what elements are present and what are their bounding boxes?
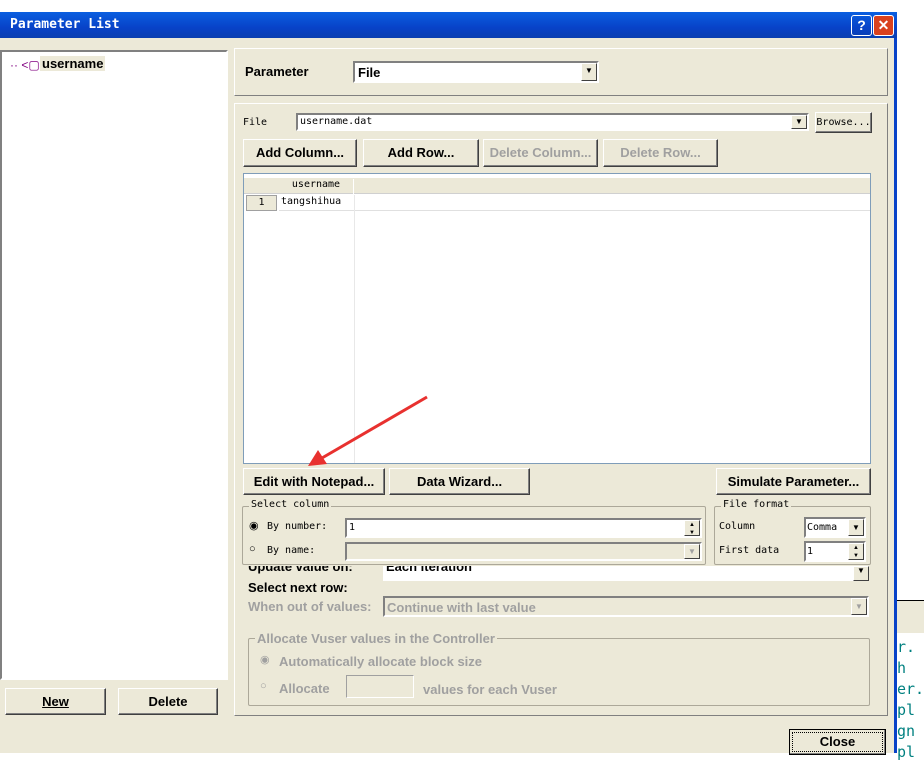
- annotation-arrow: [308, 395, 428, 466]
- arrow-shaft: [321, 395, 428, 460]
